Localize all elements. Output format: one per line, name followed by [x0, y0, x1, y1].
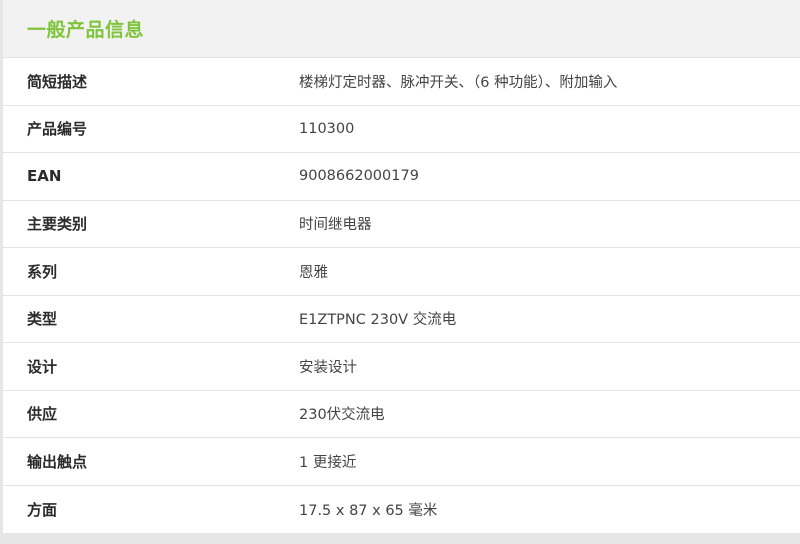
row-label-dimensions: 方面: [27, 500, 58, 519]
table-row: 方面 17.5 x 87 x 65 毫米: [3, 486, 800, 534]
product-info-panel: 一般产品信息 简短描述 楼梯灯定时器、脉冲开关、（6 种功能）、附加输入 产品编…: [3, 0, 800, 533]
table-row: 产品编号 110300: [3, 106, 800, 153]
row-value-dimensions: 17.5 x 87 x 65 毫米: [299, 502, 438, 519]
row-label-series: 系列: [27, 262, 58, 281]
row-value-supply: 230伏交流电: [299, 407, 385, 424]
table-row: 输出触点 1 更接近: [3, 438, 800, 486]
table-row: 供应 230伏交流电: [3, 391, 800, 438]
row-label-type: 类型: [27, 310, 58, 329]
table-row: EAN 9008662000179: [3, 153, 800, 201]
row-value-design: 安装设计: [299, 359, 357, 376]
row-label-output-contacts: 输出触点: [27, 452, 88, 471]
row-value-short-description: 楼梯灯定时器、脉冲开关、（6 种功能）、附加输入: [299, 74, 618, 91]
table-row: 设计 安装设计: [3, 343, 800, 391]
table-row: 系列 恩雅: [3, 248, 800, 296]
row-label-product-number: 产品编号: [27, 120, 88, 139]
row-label-design: 设计: [27, 357, 58, 376]
row-value-ean: 9008662000179: [299, 168, 419, 185]
row-label-ean: EAN: [27, 167, 62, 186]
row-value-series: 恩雅: [299, 264, 328, 281]
row-value-main-category: 时间继电器: [299, 217, 372, 234]
table-row: 类型 E1ZTPNC 230V 交流电: [3, 296, 800, 343]
product-info-table: 简短描述 楼梯灯定时器、脉冲开关、（6 种功能）、附加输入 产品编号 11030…: [3, 58, 800, 533]
row-label-short-description: 简短描述: [27, 72, 88, 91]
row-value-type: E1ZTPNC 230V 交流电: [299, 312, 457, 329]
row-label-main-category: 主要类别: [27, 215, 88, 234]
row-value-output-contacts: 1 更接近: [299, 454, 357, 471]
row-label-supply: 供应: [27, 405, 58, 424]
table-row: 简短描述 楼梯灯定时器、脉冲开关、（6 种功能）、附加输入: [3, 58, 800, 106]
section-header: 一般产品信息: [3, 0, 800, 58]
row-value-product-number: 110300: [299, 120, 355, 137]
section-title: 一般产品信息: [27, 19, 145, 41]
table-row: 主要类别 时间继电器: [3, 201, 800, 248]
